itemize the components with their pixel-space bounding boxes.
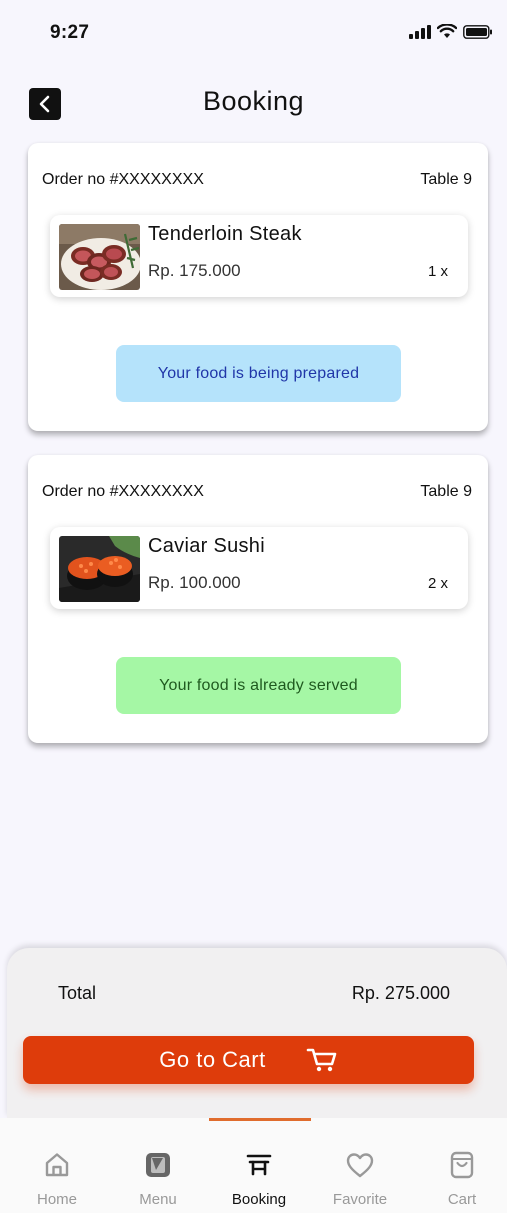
table-number: Table 9 xyxy=(420,483,472,500)
tab-label: Home xyxy=(36,1191,77,1208)
tab-label: Booking xyxy=(231,1191,287,1208)
tab-label: Cart xyxy=(447,1191,477,1208)
item-quantity: 1 x xyxy=(427,263,448,280)
tab-label: Menu xyxy=(139,1191,177,1208)
order-item[interactable]: Tenderloin Steak Rp. 175.000 1 x xyxy=(50,215,468,297)
tab-menu[interactable]: Menu xyxy=(108,1148,208,1208)
home-icon xyxy=(45,1153,69,1177)
tab-favorite[interactable]: Favorite xyxy=(310,1148,410,1208)
item-price: Rp. 100.000 xyxy=(148,573,241,592)
heart-icon xyxy=(346,1153,374,1178)
total-label: Total xyxy=(58,983,97,1003)
cart-icon xyxy=(306,1048,337,1072)
status-time: 9:27 xyxy=(50,22,90,43)
item-image xyxy=(59,536,140,602)
order-card: Order no #XXXXXXXX Table 9 Caviar Sushi … xyxy=(28,455,488,743)
go-to-cart-label: Go to Cart xyxy=(159,1047,266,1072)
status-icons xyxy=(409,24,493,39)
go-to-cart-button[interactable]: Go to Cart xyxy=(23,1036,474,1084)
item-quantity: 2 x xyxy=(427,575,448,592)
item-image xyxy=(59,224,140,290)
tab-label: Favorite xyxy=(332,1191,388,1208)
order-item[interactable]: Caviar Sushi Rp. 100.000 2 x xyxy=(50,527,468,609)
order-number: Order no #XXXXXXXX xyxy=(42,483,204,500)
signal-icon xyxy=(409,24,431,39)
battery-icon xyxy=(463,24,492,39)
table-number: Table 9 xyxy=(420,171,472,188)
bottom-tab-bar: Home Menu Booking Favorite Cart xyxy=(0,1118,507,1213)
order-card: Order no #XXXXXXXX Table 9 Tenderloin St… xyxy=(28,143,488,431)
page-title: Booking xyxy=(202,86,305,116)
order-summary: Total Rp. 275.000 Go to Cart xyxy=(7,948,507,1118)
tab-booking[interactable]: Booking xyxy=(209,1148,309,1208)
wifi-icon xyxy=(437,24,457,38)
order-status-badge: Your food is being prepared xyxy=(116,345,401,402)
status-bar: 9:27 xyxy=(0,0,507,66)
order-status-badge: Your food is already served xyxy=(116,657,401,714)
item-price: Rp. 175.000 xyxy=(148,261,241,280)
item-name: Tenderloin Steak xyxy=(148,223,302,245)
tab-home[interactable]: Home xyxy=(7,1148,107,1208)
bag-icon xyxy=(450,1151,474,1179)
active-tab-indicator xyxy=(209,1118,311,1121)
item-name: Caviar Sushi xyxy=(148,535,265,557)
header: Booking xyxy=(0,80,507,130)
menu-icon xyxy=(146,1153,170,1177)
booking-icon xyxy=(246,1154,272,1176)
tab-cart[interactable]: Cart xyxy=(412,1148,507,1208)
order-number: Order no #XXXXXXXX xyxy=(42,171,204,188)
total-value: Rp. 275.000 xyxy=(351,983,450,1003)
